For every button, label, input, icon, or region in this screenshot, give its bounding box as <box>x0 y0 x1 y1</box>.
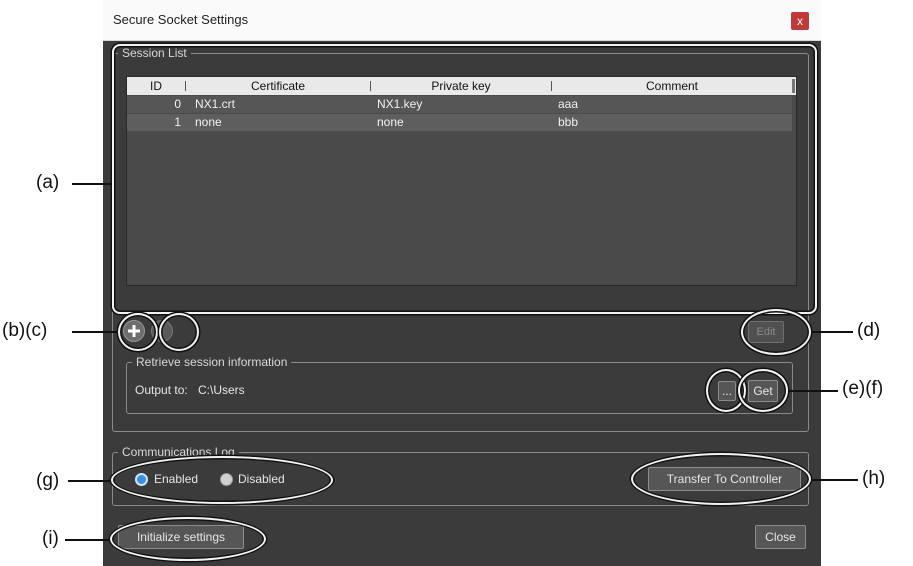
annotation-line-g <box>68 480 111 482</box>
annotation-label-a: (a) <box>36 172 60 193</box>
annotation-label-ef: (e)(f) <box>842 378 884 399</box>
annotation-line-bc <box>72 331 118 333</box>
annotation-line-i <box>65 539 110 541</box>
annotation-oval-b <box>118 313 158 351</box>
annotation-label-i: (i) <box>42 528 59 549</box>
annotation-oval-h <box>631 453 811 505</box>
annotation-line-ef <box>788 390 838 392</box>
output-path-value: C:\Users <box>198 383 245 397</box>
close-button[interactable]: Close <box>755 525 806 549</box>
annotation-oval-a <box>112 44 817 314</box>
window-title: Secure Socket Settings <box>113 12 249 27</box>
annotation-oval-c <box>159 313 199 351</box>
annotation-label-g: (g) <box>36 470 60 491</box>
annotation-oval-f <box>738 369 788 412</box>
retrieve-legend: Retrieve session information <box>132 355 292 369</box>
annotation-label-h: (h) <box>862 468 886 489</box>
annotation-line-h <box>811 479 858 481</box>
annotation-line-a <box>72 183 112 185</box>
output-to-label: Output to: <box>135 383 188 397</box>
annotation-label-bc: (b)(c) <box>2 320 48 341</box>
close-window-button[interactable]: x <box>791 12 809 30</box>
annotation-oval-g <box>111 456 333 504</box>
annotation-oval-d <box>741 309 811 355</box>
annotation-label-d: (d) <box>857 320 881 341</box>
title-bar: Secure Socket Settings x <box>103 0 821 41</box>
annotation-line-d <box>811 331 853 333</box>
annotation-oval-i <box>110 517 266 561</box>
